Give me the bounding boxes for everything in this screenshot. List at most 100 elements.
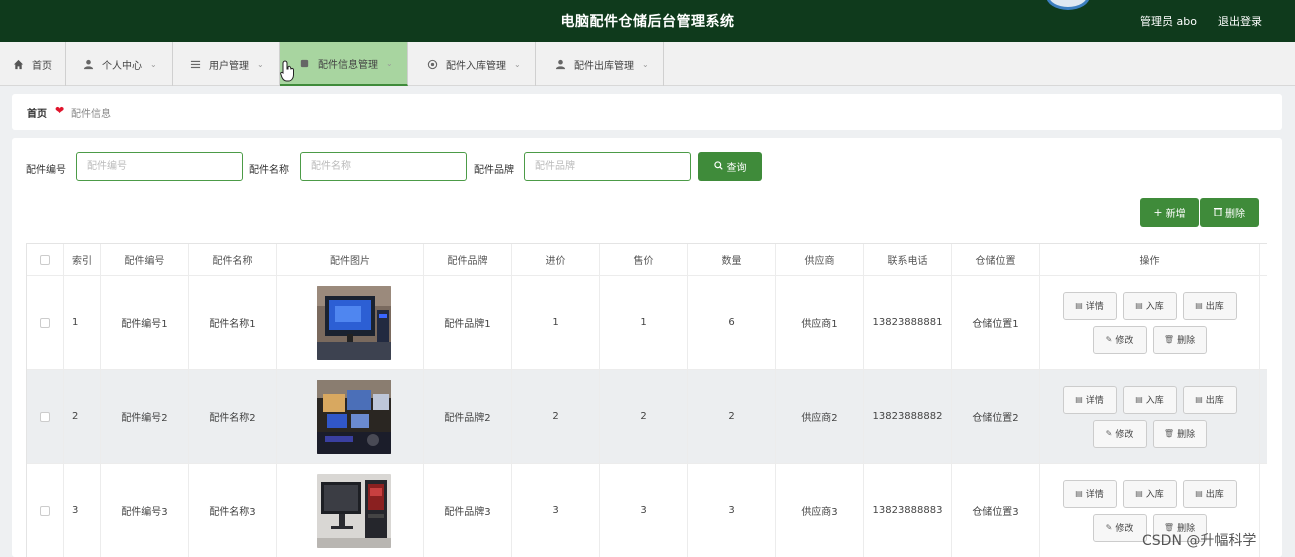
edit-button[interactable]: ✎ 修改 [1092, 325, 1147, 354]
add-button[interactable]: + 新增 [1140, 198, 1199, 227]
name-filter-label: 配件名称 [249, 165, 289, 176]
target-icon [426, 58, 438, 70]
doc-icon: ▤ [1195, 489, 1203, 498]
cell-qty: 3 [688, 464, 776, 557]
header-code: 配件编号 [101, 244, 189, 275]
cell-supplier: 供应商2 [776, 370, 864, 463]
batch-delete-button[interactable]: 删除 [1200, 198, 1259, 227]
code-filter-input[interactable] [76, 152, 243, 181]
chevron-down-icon: ⌄ [386, 58, 393, 68]
stock-out-button[interactable]: ▤ 出库 [1182, 291, 1237, 320]
top-bar: 电脑配件仓储后台管理系统 管理员 abo 退出登录 [0, 0, 1295, 42]
nav-parts-info-label: 配件信息管理 [318, 59, 378, 71]
doc-icon: ▤ [1195, 301, 1203, 310]
stock-out-button[interactable]: ▤ 出库 [1182, 479, 1237, 508]
query-button[interactable]: 查询 [698, 152, 762, 181]
doc-icon: ▤ [1075, 395, 1083, 404]
cell-code: 配件编号2 [101, 370, 189, 463]
cell-index: 2 [64, 370, 101, 463]
stock-out-button[interactable]: ▤ 出库 [1182, 385, 1237, 414]
nav-personal-label: 个人中心 [102, 60, 142, 72]
header-location: 仓储位置 [952, 244, 1040, 275]
content-panel: 配件编号 配件名称 配件品牌 查询 + 新增 删除 索引 配件编号 配件名称 配… [12, 138, 1282, 557]
nav-users[interactable]: 用户管理 ⌄ [173, 42, 280, 86]
stock-in-button[interactable]: ▤ 入库 [1122, 291, 1177, 320]
header-ops: 操作 [1040, 244, 1260, 275]
edit-button[interactable]: ✎ 修改 [1092, 513, 1147, 542]
code-filter-label: 配件编号 [26, 165, 66, 176]
doc-icon: ▤ [1075, 301, 1083, 310]
cell-location: 仓储位置2 [952, 370, 1040, 463]
cube-icon [298, 57, 310, 69]
header-index: 索引 [64, 244, 101, 275]
parts-table: 索引 配件编号 配件名称 配件图片 配件品牌 进价 售价 数量 供应商 联系电话… [26, 243, 1267, 557]
header-image: 配件图片 [277, 244, 424, 275]
user-icon [82, 58, 94, 70]
cell-price: 3 [600, 464, 688, 557]
delete-button[interactable]: 🗑 删除 [1152, 325, 1207, 354]
doc-icon: ▤ [1195, 395, 1203, 404]
doc-icon: ▤ [1135, 489, 1143, 498]
main-nav: 首页 个人中心 ⌄ 用户管理 ⌄ 配件信息管理 ⌄ 配件入库管理 ⌄ 配件出库管… [0, 42, 1295, 86]
detail-button[interactable]: ▤ 详情 [1062, 291, 1117, 320]
row-checkbox[interactable] [40, 411, 50, 422]
nav-parts-out[interactable]: 配件出库管理 ⌄ [536, 42, 664, 86]
row-actions: ▤ 详情 ▤ 入库 ▤ 出库 ✎ 修改 🗑 删除 [1050, 383, 1250, 451]
part-image[interactable] [317, 379, 391, 454]
trash-icon: 🗑 [1163, 335, 1175, 344]
part-image[interactable] [317, 285, 391, 360]
select-all-checkbox[interactable] [40, 254, 50, 265]
cell-brand: 配件品牌2 [424, 370, 512, 463]
row-checkbox[interactable] [40, 317, 50, 328]
nav-parts-in-label: 配件入库管理 [446, 60, 506, 72]
trash-icon [1214, 207, 1222, 219]
cell-location: 仓储位置3 [952, 464, 1040, 557]
cell-supplier: 供应商1 [776, 276, 864, 369]
table-row: 1 配件编号1 配件名称1 配件品牌1 1 1 6 供应商1 138238888… [27, 276, 1267, 370]
cell-name: 配件名称2 [189, 370, 277, 463]
breadcrumb-home[interactable]: 首页 [27, 105, 47, 120]
user-icon [554, 58, 566, 70]
brand-filter-input[interactable] [524, 152, 691, 181]
header-phone: 联系电话 [864, 244, 952, 275]
row-actions: ▤ 详情 ▤ 入库 ▤ 出库 ✎ 修改 🗑 删除 [1050, 289, 1250, 357]
cell-brand: 配件品牌1 [424, 276, 512, 369]
heart-icon: ❤ [55, 104, 65, 117]
nav-home[interactable]: 首页 [0, 42, 66, 86]
nav-parts-in[interactable]: 配件入库管理 ⌄ [408, 42, 536, 86]
header-cost: 进价 [512, 244, 600, 275]
cell-qty: 2 [688, 370, 776, 463]
search-icon [713, 160, 723, 173]
logout-link[interactable]: 退出登录 [1218, 13, 1262, 29]
cell-phone: 13823888882 [864, 370, 952, 463]
name-filter-input[interactable] [300, 152, 467, 181]
watermark: CSDN @升幅科学 [1142, 533, 1257, 549]
detail-button[interactable]: ▤ 详情 [1062, 385, 1117, 414]
stock-in-button[interactable]: ▤ 入库 [1122, 479, 1177, 508]
stock-in-button[interactable]: ▤ 入库 [1122, 385, 1177, 414]
detail-button[interactable]: ▤ 详情 [1062, 479, 1117, 508]
cell-code: 配件编号1 [101, 276, 189, 369]
delete-button[interactable]: 🗑 删除 [1152, 419, 1207, 448]
cell-code: 配件编号3 [101, 464, 189, 557]
current-user: 管理员 abo [1140, 15, 1197, 28]
cell-location: 仓储位置1 [952, 276, 1040, 369]
part-image[interactable] [317, 473, 391, 548]
nav-parts-info[interactable]: 配件信息管理 ⌄ [280, 42, 408, 86]
row-checkbox[interactable] [40, 505, 50, 516]
chevron-down-icon: ⌄ [642, 59, 649, 69]
nav-personal[interactable]: 个人中心 ⌄ [66, 42, 173, 86]
table-header-row: 索引 配件编号 配件名称 配件图片 配件品牌 进价 售价 数量 供应商 联系电话… [27, 244, 1267, 276]
header-qty: 数量 [688, 244, 776, 275]
chevron-down-icon: ⌄ [150, 59, 157, 69]
doc-icon: ▤ [1075, 489, 1083, 498]
avatar[interactable] [1046, 0, 1090, 10]
edit-button[interactable]: ✎ 修改 [1092, 419, 1147, 448]
cell-index: 3 [64, 464, 101, 557]
table-row: 2 配件编号2 配件名称2 配件品牌2 2 2 2 供应商2 138238888… [27, 370, 1267, 464]
pencil-icon: ✎ [1105, 523, 1113, 532]
query-button-label: 查询 [726, 163, 747, 174]
doc-icon: ▤ [1135, 395, 1143, 404]
header-name: 配件名称 [189, 244, 277, 275]
header-brand: 配件品牌 [424, 244, 512, 275]
